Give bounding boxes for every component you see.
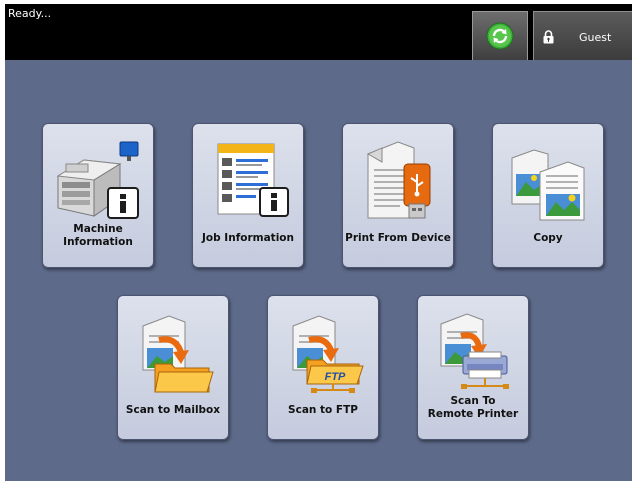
- job-info-icon: [217, 143, 289, 217]
- top-bar: Ready... Guest: [5, 4, 632, 60]
- refresh-button[interactable]: [472, 11, 528, 60]
- tile-label: Copy: [533, 232, 563, 244]
- machine-information-button[interactable]: Machine Information: [42, 123, 154, 268]
- job-information-button[interactable]: Job Information: [192, 123, 304, 268]
- scan-to-ftp-button[interactable]: FTP Scan to FTP: [267, 295, 379, 440]
- tile-label: Print From Device: [345, 232, 451, 244]
- scan-remote-printer-icon: [440, 313, 509, 389]
- scan-ftp-icon: FTP: [292, 315, 364, 393]
- user-label: Guest: [579, 31, 612, 44]
- user-button[interactable]: Guest: [533, 11, 632, 60]
- lock-user-icon: [543, 30, 554, 44]
- machine-info-icon: [56, 141, 139, 219]
- tile-label: Scan to Mailbox: [125, 404, 221, 416]
- print-from-device-button[interactable]: Print From Device: [342, 123, 454, 268]
- tile-label: Machine Information: [63, 223, 133, 248]
- copy-icon: [511, 149, 585, 221]
- status-text: Ready...: [8, 7, 52, 20]
- tile-label: Scan to FTP: [288, 404, 358, 416]
- refresh-icon: [486, 22, 514, 50]
- scan-mailbox-icon: [142, 315, 214, 393]
- scan-to-mailbox-button[interactable]: Scan to Mailbox: [117, 295, 229, 440]
- tile-label: Scan To Remote Printer: [427, 395, 519, 420]
- tile-label: Job Information: [202, 232, 294, 244]
- scan-to-remote-printer-button[interactable]: Scan To Remote Printer: [417, 295, 529, 440]
- usb-print-icon: [366, 141, 431, 219]
- screen: Ready... Guest Machine Information Job I…: [5, 4, 632, 481]
- ftp-badge: FTP: [325, 371, 346, 383]
- copy-button[interactable]: Copy: [492, 123, 604, 268]
